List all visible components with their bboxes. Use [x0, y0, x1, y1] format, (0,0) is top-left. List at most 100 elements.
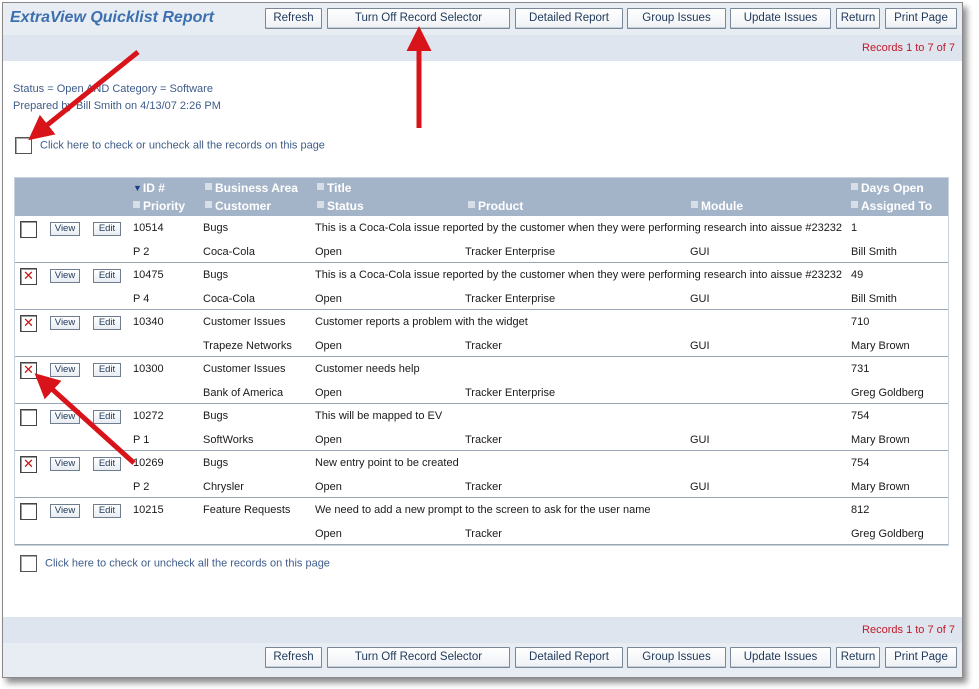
edit-button[interactable]: Edit: [93, 504, 121, 518]
cell-business-area: Bugs: [203, 457, 229, 469]
cell-days-open: 754: [851, 410, 870, 422]
column-product[interactable]: Product: [468, 199, 523, 213]
edit-button[interactable]: Edit: [93, 457, 121, 471]
sort-handle-icon: [133, 201, 140, 208]
cell-title: This will be mapped to EV: [315, 410, 443, 422]
row-select-checkbox[interactable]: ✕: [20, 268, 37, 285]
column-id[interactable]: ▼ID #: [133, 181, 165, 195]
records-bar-top: Records 1 to 7 of 7: [3, 35, 962, 61]
issues-table: ▼ID # Business Area Title Days Open Prio…: [14, 177, 949, 546]
sort-handle-icon: [691, 201, 698, 208]
cell-business-area: Customer Issues: [203, 363, 286, 375]
cell-days-open: 812: [851, 504, 870, 516]
cell-priority: P 2: [133, 246, 150, 258]
table-row: ✕ View Edit 10475 Bugs This is a Coca-Cola is…: [15, 263, 948, 310]
edit-button[interactable]: Edit: [93, 363, 121, 377]
edit-button[interactable]: Edit: [93, 410, 121, 424]
sort-handle-icon: [851, 201, 858, 208]
column-status[interactable]: Status: [317, 199, 364, 213]
sort-handle-icon: [468, 201, 475, 208]
detailed-report-button[interactable]: Detailed Report: [515, 8, 623, 29]
table-header: ▼ID # Business Area Title Days Open Prio…: [15, 178, 948, 216]
print-page-button[interactable]: Print Page: [885, 647, 957, 668]
prepared-by: Prepared by Bill Smith on 4/13/07 2:26 P…: [13, 100, 221, 112]
column-priority[interactable]: Priority: [133, 199, 185, 213]
edit-button[interactable]: Edit: [93, 316, 121, 330]
cell-customer: Chrysler: [203, 481, 244, 493]
cell-id: 10340: [133, 316, 164, 328]
cell-title: We need to add a new prompt to the scree…: [315, 504, 651, 516]
cell-product: Tracker Enterprise: [465, 387, 556, 399]
cell-product: Tracker: [465, 340, 502, 352]
column-days-open[interactable]: Days Open: [851, 181, 924, 195]
cell-title: Customer reports a problem with the widg…: [315, 316, 528, 328]
cell-title: New entry point to be created: [315, 457, 459, 469]
view-button[interactable]: View: [50, 410, 80, 424]
view-button[interactable]: View: [50, 363, 80, 377]
check-all-label: Click here to check or uncheck all the r…: [45, 557, 330, 570]
check-all-bottom[interactable]: Click here to check or uncheck all the r…: [20, 555, 330, 572]
column-title[interactable]: Title: [317, 181, 351, 195]
sort-handle-icon: [205, 183, 212, 190]
records-count: Records 1 to 7 of 7: [862, 624, 955, 636]
cell-module: GUI: [690, 246, 710, 258]
cell-status: Open: [315, 246, 342, 258]
record-selector-button[interactable]: Turn Off Record Selector: [327, 647, 510, 668]
app-title: ExtraView Quicklist Report: [10, 9, 214, 26]
row-select-checkbox[interactable]: [20, 221, 37, 238]
top-toolbar: ExtraView Quicklist Report Refresh Turn …: [3, 3, 962, 35]
sort-handle-icon: [317, 183, 324, 190]
record-selector-button[interactable]: Turn Off Record Selector: [327, 8, 510, 29]
table-row: ✕ View Edit 10269 Bugs New entry point to be …: [15, 451, 948, 498]
cell-business-area: Bugs: [203, 410, 229, 422]
row-select-checkbox[interactable]: ✕: [20, 315, 37, 332]
check-all-checkbox[interactable]: [15, 137, 32, 154]
print-page-button[interactable]: Print Page: [885, 8, 957, 29]
records-bar-bottom: Records 1 to 7 of 7: [3, 617, 962, 643]
row-select-checkbox[interactable]: ✕: [20, 456, 37, 473]
group-issues-button[interactable]: Group Issues: [627, 8, 726, 29]
column-customer[interactable]: Customer: [205, 199, 271, 213]
check-all-checkbox[interactable]: [20, 555, 37, 572]
column-module[interactable]: Module: [691, 199, 743, 213]
cell-assigned-to: Bill Smith: [851, 246, 897, 258]
sort-handle-icon: [317, 201, 324, 208]
report-window: ExtraView Quicklist Report Refresh Turn …: [2, 2, 963, 678]
row-select-checkbox[interactable]: [20, 409, 37, 426]
view-button[interactable]: View: [50, 222, 80, 236]
column-assigned-to[interactable]: Assigned To: [851, 199, 932, 213]
refresh-button[interactable]: Refresh: [265, 8, 322, 29]
cell-customer: Trapeze Networks: [203, 340, 292, 352]
cell-customer: Bank of America: [203, 387, 284, 399]
cell-product: Tracker Enterprise: [465, 293, 556, 305]
sort-handle-icon: [851, 183, 858, 190]
group-issues-button[interactable]: Group Issues: [627, 647, 726, 668]
check-all-top[interactable]: Click here to check or uncheck all the r…: [15, 137, 325, 154]
update-issues-button[interactable]: Update Issues: [730, 8, 831, 29]
detailed-report-button[interactable]: Detailed Report: [515, 647, 623, 668]
cell-module: GUI: [690, 340, 710, 352]
view-button[interactable]: View: [50, 269, 80, 283]
return-button[interactable]: Return: [836, 8, 880, 29]
cell-product: Tracker: [465, 434, 502, 446]
view-button[interactable]: View: [50, 316, 80, 330]
cell-assigned-to: Greg Goldberg: [851, 528, 924, 540]
cell-days-open: 1: [851, 222, 858, 234]
view-button[interactable]: View: [50, 504, 80, 518]
view-button[interactable]: View: [50, 457, 80, 471]
cell-title: This is a Coca-Cola issue reported by th…: [315, 222, 843, 234]
cell-business-area: Customer Issues: [203, 316, 286, 328]
cell-status: Open: [315, 481, 342, 493]
bottom-toolbar: Refresh Turn Off Record Selector Detaile…: [3, 643, 962, 677]
update-issues-button[interactable]: Update Issues: [730, 647, 831, 668]
edit-button[interactable]: Edit: [93, 269, 121, 283]
cell-days-open: 710: [851, 316, 870, 328]
cell-customer: Coca-Cola: [203, 293, 255, 305]
table-row: ✕ View Edit 10300 Customer Issues Customer ne…: [15, 357, 948, 404]
column-business-area[interactable]: Business Area: [205, 181, 298, 195]
row-select-checkbox[interactable]: ✕: [20, 362, 37, 379]
return-button[interactable]: Return: [836, 647, 880, 668]
row-select-checkbox[interactable]: [20, 503, 37, 520]
refresh-button[interactable]: Refresh: [265, 647, 322, 668]
edit-button[interactable]: Edit: [93, 222, 121, 236]
